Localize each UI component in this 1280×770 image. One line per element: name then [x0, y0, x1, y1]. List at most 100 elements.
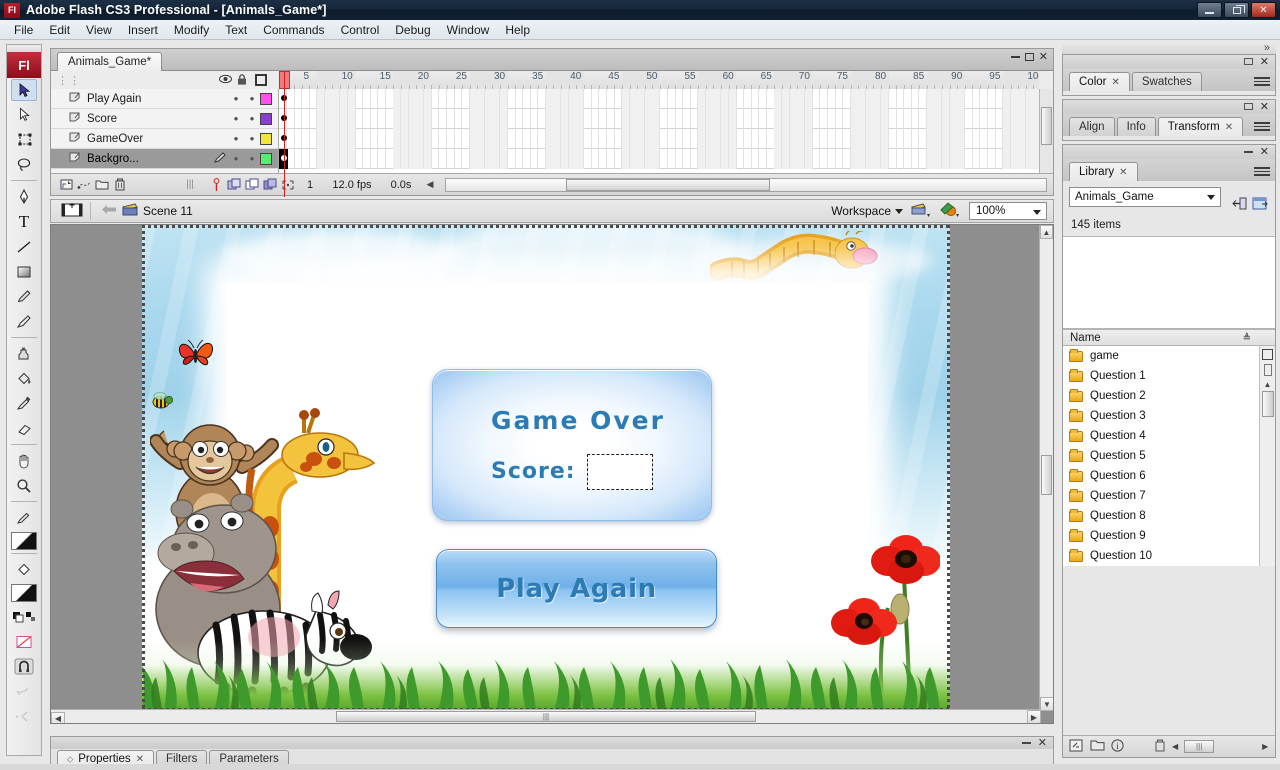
library-list-item[interactable]: Question 10: [1063, 546, 1259, 566]
snap-to-objects-button[interactable]: [7, 654, 41, 679]
new-folder-icon[interactable]: [1090, 739, 1105, 754]
layer-outline-color[interactable]: [260, 112, 272, 125]
delete-layer-icon[interactable]: [111, 177, 129, 193]
fill-color-swatch[interactable]: [11, 532, 37, 550]
library-list-item[interactable]: Question 4: [1063, 426, 1259, 446]
library-panel-options-icon[interactable]: [1254, 165, 1270, 179]
stage-area[interactable]: Game Over Score: Play Again ▲ ▼ ◀ ||| ▶: [50, 224, 1054, 724]
stroke-color-swatch[interactable]: [11, 584, 37, 602]
timeline-scroll-left-arrow[interactable]: ◀: [421, 177, 439, 193]
transform-panel-minimize-icon[interactable]: [1244, 103, 1253, 110]
zoom-tool[interactable]: [7, 473, 41, 498]
onion-skin-outline-icon[interactable]: [243, 177, 261, 193]
layer-visibility-toggle[interactable]: •: [228, 132, 244, 145]
pen-tool[interactable]: [7, 184, 41, 209]
game-over-dialog[interactable]: Game Over Score:: [432, 369, 712, 521]
layer-lock-toggle[interactable]: •: [244, 132, 260, 145]
library-footer-scroll-thumb[interactable]: |||: [1184, 740, 1215, 753]
lock-icon[interactable]: [237, 74, 247, 88]
back-arrow-icon[interactable]: [98, 204, 120, 218]
menu-text[interactable]: Text: [217, 21, 255, 39]
score-input-field[interactable]: [587, 454, 653, 490]
text-tool[interactable]: T: [7, 209, 41, 234]
smooth-button[interactable]: [7, 679, 41, 704]
library-list-item[interactable]: Question 8: [1063, 506, 1259, 526]
timeline-ruler[interactable]: 5 10 15 20 25 30 35 40 45 50 55 60 65 70 75 80 85 90 95 100: [279, 71, 1039, 89]
layer-row[interactable]: Play Again • •: [51, 89, 278, 109]
center-frame-icon[interactable]: [207, 177, 225, 193]
layer-name[interactable]: Play Again: [83, 93, 214, 105]
library-list-scrollbar[interactable]: ▲: [1259, 346, 1275, 566]
color-panel-close-icon[interactable]: ✕: [1260, 55, 1269, 68]
timeline-horizontal-scrollbar[interactable]: [445, 177, 1047, 192]
library-list-item[interactable]: Question 1: [1063, 366, 1259, 386]
stage-canvas[interactable]: Game Over Score: Play Again: [142, 225, 950, 711]
menu-file[interactable]: File: [6, 21, 41, 39]
library-document-select[interactable]: Animals_Game: [1069, 187, 1221, 207]
library-column-header[interactable]: Name ≜: [1063, 329, 1275, 346]
library-scroll-icon-1[interactable]: [1262, 349, 1273, 360]
layer-outline-color[interactable]: [260, 132, 272, 145]
symbol-properties-icon[interactable]: i: [1111, 738, 1124, 755]
scene-name-label[interactable]: Scene 11: [143, 204, 193, 218]
lasso-tool[interactable]: [7, 152, 41, 177]
pencil-tool[interactable]: [7, 284, 41, 309]
restore-button[interactable]: [1224, 2, 1249, 18]
scroll-right-arrow[interactable]: ▶: [1027, 710, 1041, 723]
tools-panel-grip[interactable]: [7, 45, 41, 52]
layer-lock-toggle[interactable]: •: [244, 92, 260, 105]
no-color-button[interactable]: [7, 629, 41, 654]
grip-dots-icon[interactable]: ⋮⋮: [57, 74, 81, 87]
timeline-close-icon[interactable]: ✕: [1039, 52, 1048, 63]
tab-color[interactable]: Color ✕: [1069, 72, 1130, 91]
edit-scene-button[interactable]: [911, 202, 931, 221]
outline-icon[interactable]: [255, 74, 267, 89]
library-list-item[interactable]: Question 6: [1063, 466, 1259, 486]
library-panel-minimize-icon[interactable]: [1244, 151, 1253, 153]
layer-name[interactable]: Score: [83, 113, 214, 125]
layer-lock-toggle[interactable]: •: [244, 152, 260, 165]
stage-horizontal-scrollbar[interactable]: ◀ ||| ▶: [51, 709, 1041, 723]
brush-tool[interactable]: [7, 309, 41, 334]
library-list-item[interactable]: Question 9: [1063, 526, 1259, 546]
modify-onion-markers-icon[interactable]: [279, 177, 297, 193]
library-list-item[interactable]: Question 3: [1063, 406, 1259, 426]
layer-visibility-toggle[interactable]: •: [228, 112, 244, 125]
menu-debug[interactable]: Debug: [387, 21, 438, 39]
tab-align[interactable]: Align: [1069, 117, 1115, 136]
library-list-item[interactable]: Question 7: [1063, 486, 1259, 506]
stage-vertical-scrollbar[interactable]: ▲ ▼: [1039, 225, 1053, 711]
tab-transform[interactable]: Transform ✕: [1157, 117, 1244, 136]
menu-commands[interactable]: Commands: [255, 21, 332, 39]
timeline-frame-row[interactable]: [279, 109, 1039, 129]
pin-library-icon[interactable]: [1229, 193, 1249, 213]
tab-info[interactable]: Info: [1116, 117, 1156, 136]
ink-bottle-tool[interactable]: [7, 341, 41, 366]
library-scroll-icon-2[interactable]: [1263, 364, 1272, 376]
timeline-restore-icon[interactable]: [1024, 53, 1034, 61]
properties-panel-close-icon[interactable]: ✕: [1038, 736, 1047, 749]
paint-bucket-color-tool[interactable]: [7, 557, 41, 582]
library-panel-close-icon[interactable]: ✕: [1260, 145, 1269, 158]
new-symbol-icon[interactable]: [1069, 739, 1084, 755]
layer-visibility-toggle[interactable]: •: [228, 152, 244, 165]
delete-icon[interactable]: [1154, 739, 1166, 755]
menu-control[interactable]: Control: [333, 21, 388, 39]
frame-rate-indicator[interactable]: 12.0 fps: [323, 179, 381, 191]
edit-multiple-frames-icon[interactable]: [261, 177, 279, 193]
eraser-tool[interactable]: [7, 416, 41, 441]
layer-row[interactable]: Backgro... • •: [51, 149, 278, 169]
stroke-color-picker[interactable]: [7, 505, 41, 530]
onion-skin-icon[interactable]: [225, 177, 243, 193]
sort-order-icon[interactable]: ≜: [1243, 331, 1251, 347]
timeline-minimize-icon[interactable]: [1010, 56, 1020, 58]
eye-icon[interactable]: [219, 74, 232, 87]
close-button[interactable]: ✕: [1251, 2, 1276, 18]
edit-symbol-button[interactable]: [939, 201, 961, 221]
layer-outline-color[interactable]: [260, 92, 272, 105]
library-list-item[interactable]: Question 5: [1063, 446, 1259, 466]
minimize-button[interactable]: [1197, 2, 1222, 18]
layer-outline-color[interactable]: [260, 152, 272, 165]
menu-help[interactable]: Help: [497, 21, 538, 39]
properties-panel-minimize-icon[interactable]: [1022, 742, 1031, 744]
